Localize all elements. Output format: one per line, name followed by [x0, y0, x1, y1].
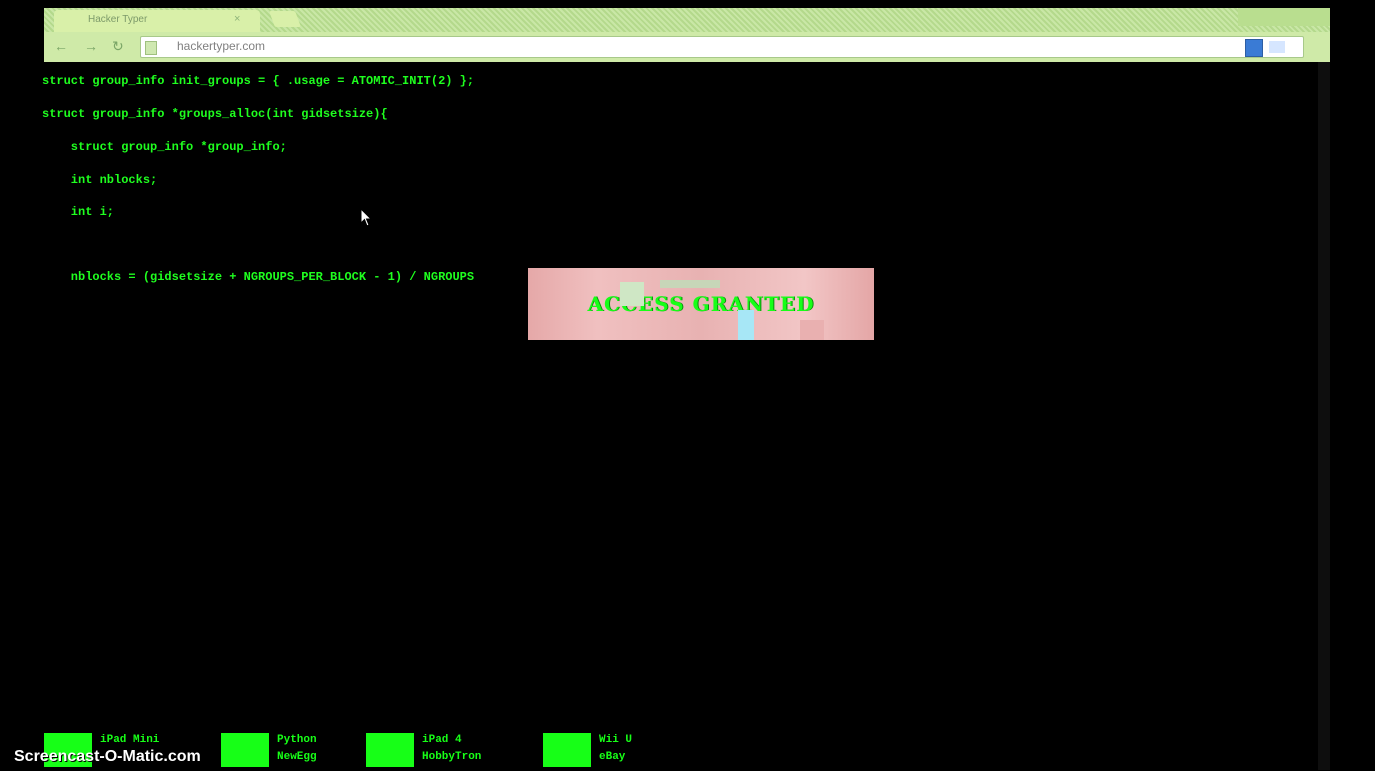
page-icon: [145, 41, 157, 55]
url-text: hackertyper.com: [177, 39, 266, 53]
link-sublabel: NewEgg: [277, 751, 317, 763]
screencast-watermark: Screencast-O-Matic.com: [14, 748, 201, 765]
back-icon[interactable]: ←: [54, 38, 68, 54]
link-sublabel: eBay: [599, 751, 626, 763]
link-label: iPad Mini: [100, 734, 160, 746]
window-controls[interactable]: [1238, 8, 1330, 26]
link-label: Python: [277, 734, 317, 746]
browser-toolbar: ← → ↻ hackertyper.com: [44, 32, 1330, 62]
code-line: struct group_info init_groups = { .usage…: [42, 74, 475, 88]
reload-icon[interactable]: ↻: [112, 38, 124, 55]
glitch-artifact: [738, 310, 754, 340]
code-line: int i;: [42, 205, 115, 219]
glitch-artifact: [800, 320, 824, 340]
address-bar[interactable]: hackertyper.com: [140, 36, 1304, 58]
code-area[interactable]: struct group_info init_groups = { .usage…: [42, 72, 474, 284]
link-sublabel: HobbyTron: [422, 751, 482, 763]
access-granted-text: ACCESS GRANTED: [587, 292, 815, 316]
tab-close-icon[interactable]: ×: [234, 13, 240, 25]
link-thumbnail: [221, 733, 269, 767]
mouse-cursor-icon: [360, 208, 373, 227]
code-line: struct group_info *group_info;: [42, 140, 287, 154]
tab-title: Hacker Typer: [88, 14, 148, 25]
link-thumbnail: [366, 733, 414, 767]
browser-tab[interactable]: Hacker Typer ×: [54, 10, 260, 32]
code-line: int nblocks;: [42, 173, 158, 187]
glitch-artifact: [620, 282, 644, 306]
link-label: iPad 4: [422, 734, 462, 746]
tab-strip: Hacker Typer ×: [44, 8, 1330, 32]
link-label: Wii U: [599, 734, 633, 746]
code-line: struct group_info *groups_alloc(int gids…: [42, 107, 388, 121]
glitch-artifact: [660, 280, 720, 288]
link-thumbnail: [543, 733, 591, 767]
extension-icon[interactable]: [1245, 39, 1263, 57]
forward-icon[interactable]: →: [84, 38, 98, 54]
scrollbar[interactable]: [1318, 62, 1330, 770]
new-tab-button[interactable]: [269, 11, 301, 27]
bookmark-icon[interactable]: [1269, 41, 1285, 53]
code-line: nblocks = (gidsetsize + NGROUPS_PER_BLOC…: [42, 270, 475, 284]
